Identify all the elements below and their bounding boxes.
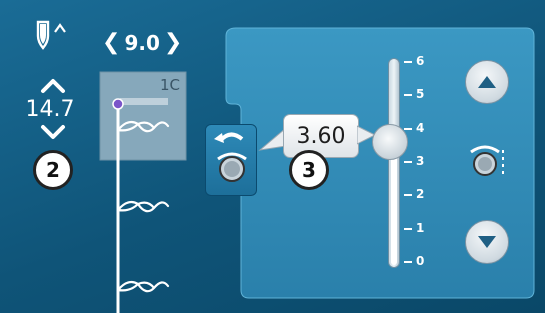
thread-tension-icon [470,145,504,176]
scale-tick-label: 0 [416,254,425,268]
scale-tick-label: 6 [416,54,425,68]
needle-icon[interactable] [30,20,70,50]
next-stitch-button[interactable]: ❯ [164,32,182,54]
callout-badge-2: 2 [33,150,73,190]
scale-tick [404,194,412,197]
scale-tick [404,94,412,97]
stitch-selector: ❮ 9.0 ❯ [102,28,182,58]
length-down-button[interactable] [40,124,66,142]
decrease-tension-button[interactable] [465,220,509,264]
stitch-preview: 1C [99,71,187,313]
scale-tick-label: 3 [416,154,425,168]
scale-tick-label: 1 [416,220,425,235]
stitch-number: 9.0 [124,31,160,55]
tension-value-display: 3.60 [283,114,359,158]
length-up-button[interactable] [40,76,66,94]
triangle-down-icon [478,236,496,248]
scale-tick [404,227,412,230]
increase-tension-button[interactable] [465,60,509,104]
presser-foot-label: 1C [160,76,180,94]
thread-tension-icon [214,132,247,182]
triangle-up-icon [478,76,496,88]
scale-tick-label: 5 [416,87,425,102]
scale-tick [404,61,412,63]
tension-slider-fill [391,142,397,265]
tension-slider-knob[interactable] [372,124,408,160]
previous-stitch-button[interactable]: ❮ [102,32,120,54]
scale-tick-label: 4 [416,120,425,135]
thread-tension-button[interactable] [205,124,257,196]
scale-tick [404,261,412,263]
scale-tick-label: 2 [416,187,425,202]
scale-tick [404,127,412,130]
scale-tick [404,161,412,163]
stitch-length-value: 14.7 [25,97,75,122]
callout-badge-3: 3 [289,150,329,190]
